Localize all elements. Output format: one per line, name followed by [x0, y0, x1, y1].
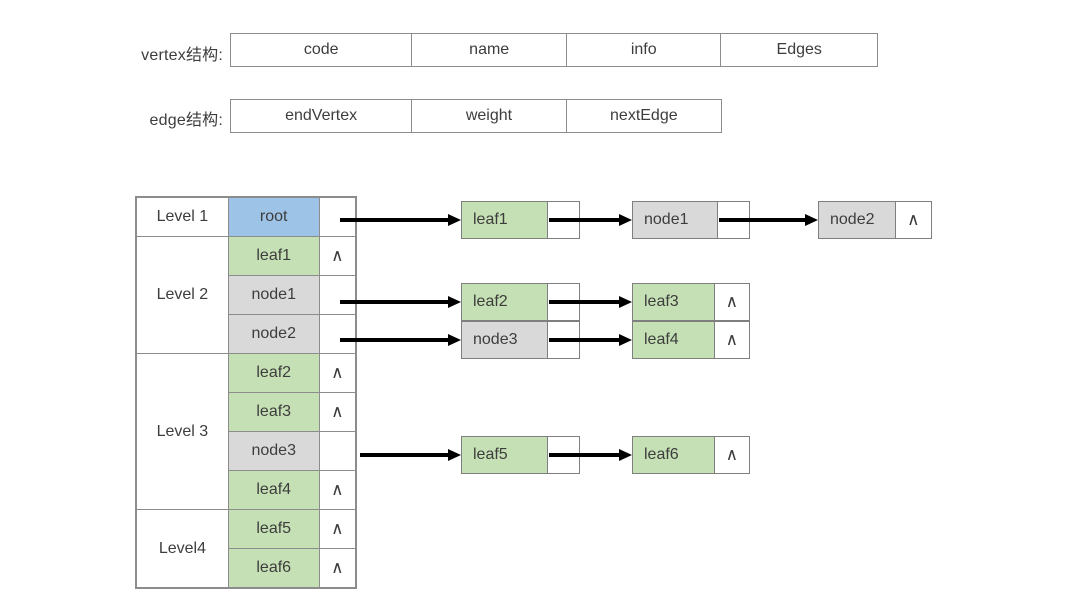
level-cell-2: Level 2 — [136, 236, 229, 354]
chain-node-value: leaf1 — [462, 202, 548, 238]
level-cell-4: Level4 — [136, 509, 229, 588]
arrow-node2row-to-node3 — [340, 334, 461, 346]
vertex-struct-label: vertex结构: — [141, 47, 223, 64]
arrow-leaf5-to-leaf6 — [549, 449, 632, 461]
vertex-struct-table: code name info Edges — [230, 33, 878, 67]
chain-node-pointer: ∧ — [895, 202, 931, 238]
arrow-node3row-to-leaf5 — [360, 449, 461, 461]
vertex-field-name: name — [412, 34, 567, 66]
node-cell-node1: node1 — [227, 275, 320, 315]
edge-struct-label: edge结构: — [149, 112, 223, 129]
node-cell-leaf1: leaf1 — [227, 236, 320, 276]
chain-node-pointer: ∧ — [714, 322, 749, 358]
node-cell-leaf6: leaf6 — [227, 548, 320, 588]
arrow-node1row-to-leaf2 — [340, 296, 461, 308]
pointer-cell-node1 — [318, 275, 357, 315]
chain-node-value: node3 — [462, 322, 548, 358]
chain-node-value: leaf5 — [462, 437, 548, 473]
chain-node-value: leaf2 — [462, 284, 548, 320]
chain-node-leaf6: leaf6 ∧ — [632, 436, 750, 474]
diagram-canvas: vertex结构: code name info Edges edge结构: e… — [0, 0, 1080, 608]
chain-node-value: leaf4 — [633, 322, 715, 358]
edge-field-nextedge: nextEdge — [610, 107, 678, 124]
vertex-field-code: code — [231, 34, 413, 66]
chain-node-pointer: ∧ — [714, 437, 749, 473]
level-cell-3: Level 3 — [136, 353, 229, 510]
pointer-cell-leaf2: ∧ — [318, 353, 357, 393]
node-cell-node2: node2 — [227, 314, 320, 354]
node-cell-leaf4: leaf4 — [227, 470, 320, 510]
arrow-node1-to-node2 — [719, 214, 818, 226]
table-row: Level 2 leaf1 ∧ — [136, 236, 357, 354]
edge-field-endvertex: endVertex — [231, 100, 413, 132]
arrow-node3-to-leaf4 — [549, 334, 632, 346]
node-cell-leaf2: leaf2 — [227, 353, 320, 393]
pointer-cell-node3 — [318, 431, 357, 471]
arrow-leaf2-to-leaf3 — [549, 296, 632, 308]
node-cell-node3: node3 — [227, 431, 320, 471]
vertex-field-info: info — [567, 34, 722, 66]
edge-struct-table: endVertex weight nextEdge — [230, 99, 722, 133]
chain-node-leaf3: leaf3 ∧ — [632, 283, 750, 321]
table-row: Level 1 root — [136, 197, 357, 237]
edge-field-weight: weight — [412, 100, 567, 132]
chain-node-leaf4: leaf4 ∧ — [632, 321, 750, 359]
chain-node-value: node2 — [819, 202, 896, 238]
node-cell-root: root — [227, 197, 320, 237]
chain-node-node2: node2 ∧ — [818, 201, 932, 239]
pointer-cell-leaf6: ∧ — [318, 548, 357, 588]
chain-node-pointer: ∧ — [714, 284, 749, 320]
pointer-cell-leaf5: ∧ — [318, 509, 357, 549]
chain-node-value: node1 — [633, 202, 718, 238]
pointer-cell-leaf1: ∧ — [318, 236, 357, 276]
level-cell-1: Level 1 — [136, 197, 229, 237]
arrow-leaf1-to-node1 — [549, 214, 632, 226]
node-cell-leaf5: leaf5 — [227, 509, 320, 549]
table-row: Level4 leaf5 ∧ — [136, 509, 357, 588]
level-table: Level 1 root Level 2 leaf1 ∧ node1 node2… — [135, 196, 357, 589]
vertex-field-edges: Edges — [776, 41, 822, 58]
pointer-cell-leaf4: ∧ — [318, 470, 357, 510]
chain-node-value: leaf6 — [633, 437, 715, 473]
table-row: Level 3 leaf2 ∧ — [136, 353, 357, 510]
node-cell-leaf3: leaf3 — [227, 392, 320, 432]
pointer-cell-leaf3: ∧ — [318, 392, 357, 432]
arrow-root-to-leaf1 — [340, 214, 461, 226]
chain-node-value: leaf3 — [633, 284, 715, 320]
